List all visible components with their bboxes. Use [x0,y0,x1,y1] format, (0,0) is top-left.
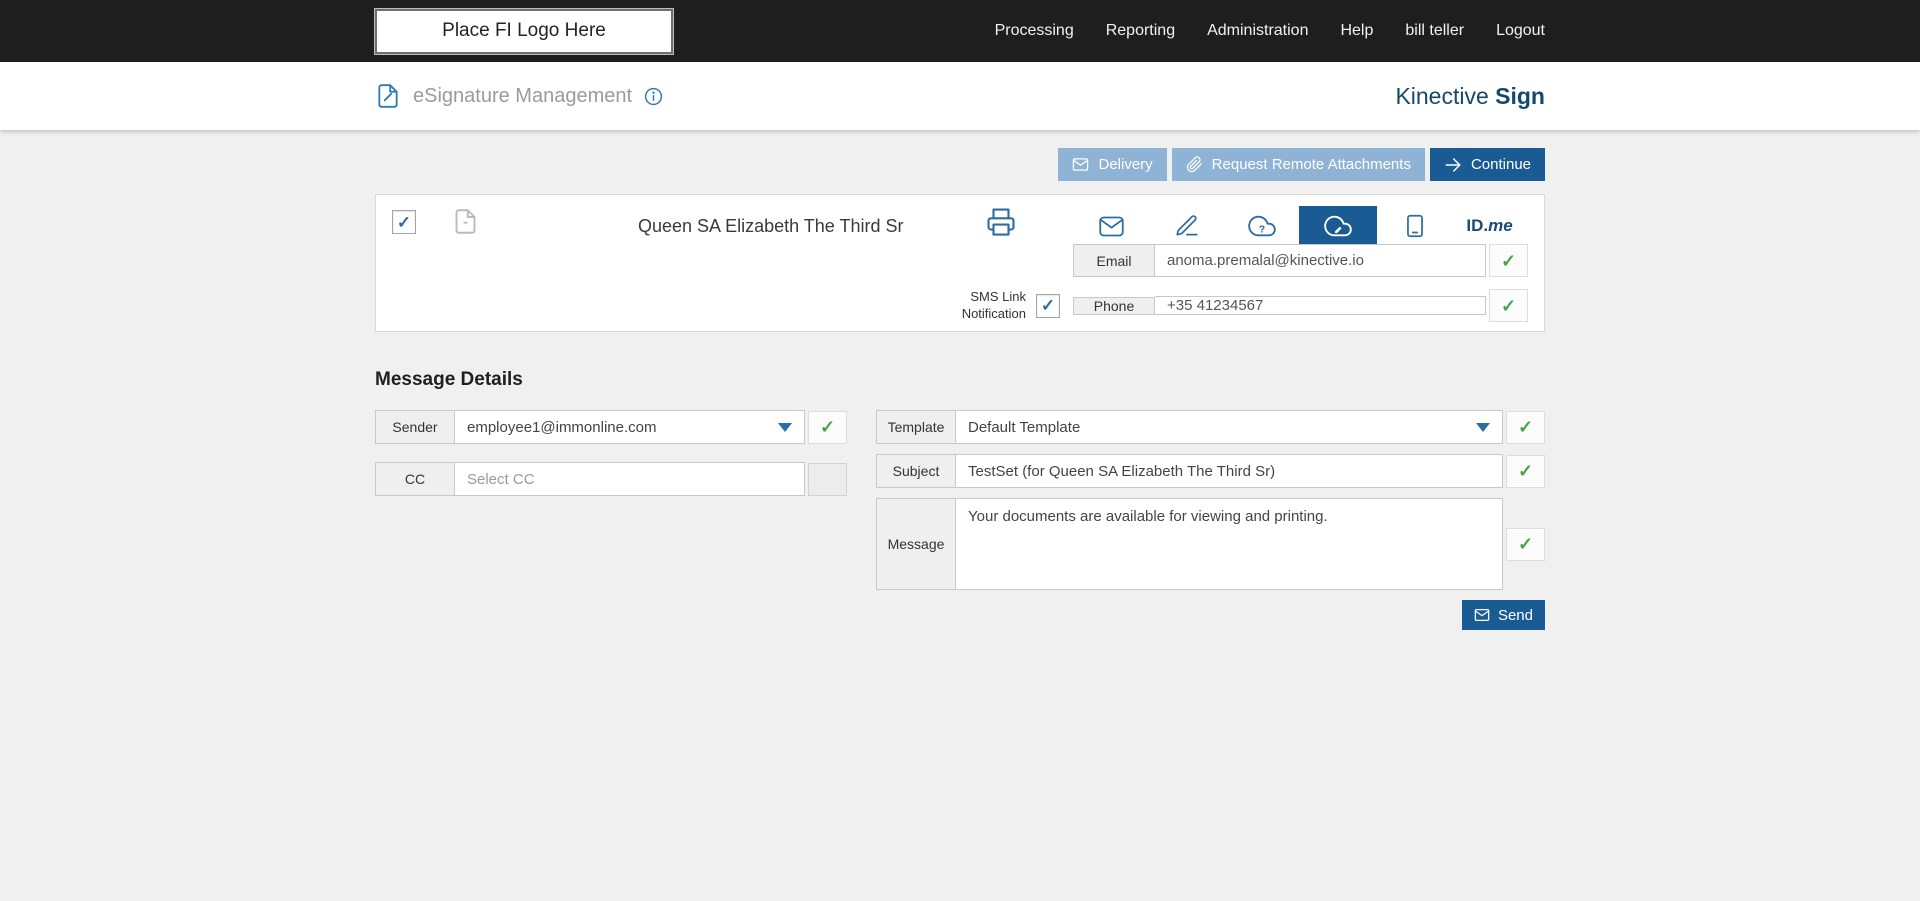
checkmark-icon: ✓ [396,212,412,232]
email-valid-cell: ✓ [1489,244,1528,277]
email-input[interactable] [1155,244,1486,277]
cc-label: CC [375,462,455,496]
green-check-icon: ✓ [1517,534,1534,554]
message-textarea[interactable]: Your documents are available for viewing… [956,498,1503,590]
nav-user-bill-teller[interactable]: bill teller [1405,22,1464,40]
cloud-signature-icon-selected[interactable] [1299,206,1377,246]
brand-regular: Kinective [1395,82,1489,109]
action-toolbar: Delivery Request Remote Attachments Cont… [375,148,1545,181]
email-row: Email ✓ [1073,244,1528,277]
idme-logo[interactable]: ID. me [1452,206,1527,246]
top-nav-menu: Processing Reporting Administration Help… [995,22,1545,40]
idme-bold: ID. [1466,216,1489,235]
main-content: Delivery Request Remote Attachments Cont… [0,130,1920,630]
message-label: Message [876,498,956,590]
green-check-icon: ✓ [1500,295,1517,316]
phone-label: Phone [1073,296,1155,315]
signature-pen-icon[interactable] [1149,206,1224,246]
template-dropdown[interactable]: Default Template [956,410,1503,444]
svg-text:?: ? [1258,223,1264,235]
sms-link-notification-label: SMS Link Notification [961,289,1026,321]
document-icon [452,208,479,235]
chevron-down-icon [1476,423,1490,432]
request-remote-attachments-button[interactable]: Request Remote Attachments [1171,148,1425,181]
checkmark-icon: ✓ [1040,296,1056,315]
page-header: eSignature Management Kinective Sign [0,62,1920,130]
continue-button[interactable]: Continue [1429,148,1545,181]
message-details-form: Sender employee1@immonline.com ✓ CC Sele… [375,410,1545,630]
printer-icon[interactable] [986,207,1016,237]
cc-row: CC [375,462,847,496]
message-valid-cell: ✓ [1506,527,1545,561]
brand-bold: Sign [1495,82,1545,109]
fi-logo-text: Place FI Logo Here [442,20,606,41]
sender-row: Sender employee1@immonline.com ✓ [375,410,847,444]
send-button[interactable]: Send [1461,600,1545,630]
kinective-sign-logo: Kinective Sign [1395,83,1545,110]
send-button-label: Send [1497,606,1533,624]
sms-link-checkbox[interactable]: ✓ [1036,293,1060,318]
continue-button-label: Continue [1470,156,1531,173]
request-remote-attachments-label: Request Remote Attachments [1211,156,1411,173]
delivery-button-label: Delivery [1098,156,1153,173]
message-row: Message Your documents are available for… [876,498,1545,590]
subject-label: Subject [876,454,956,488]
idme-italic: me [1488,216,1513,235]
envelope-icon [1072,156,1089,173]
arrow-right-icon [1444,156,1462,174]
phone-valid-cell: ✓ [1489,289,1528,322]
nav-administration[interactable]: Administration [1207,22,1308,40]
phone-input[interactable] [1155,296,1486,315]
nav-logout[interactable]: Logout [1496,22,1545,40]
info-icon[interactable] [644,87,663,106]
green-check-icon: ✓ [1500,250,1517,271]
subject-input[interactable] [956,454,1503,488]
cloud-question-icon[interactable]: ? [1224,206,1299,246]
green-check-icon: ✓ [1517,417,1534,437]
template-row: Template Default Template ✓ [876,410,1545,444]
delivery-method-icons: ? ID. me [1074,206,1527,246]
sender-value: employee1@immonline.com [467,418,657,436]
green-check-icon: ✓ [819,417,836,437]
top-nav-bar: Place FI Logo Here Processing Reporting … [0,0,1920,62]
sender-label: Sender [375,410,455,444]
email-label: Email [1073,244,1155,277]
nav-help[interactable]: Help [1340,22,1373,40]
cc-input[interactable] [455,462,805,496]
cc-empty-cell [808,462,847,496]
delivery-button[interactable]: Delivery [1058,148,1167,181]
nav-reporting[interactable]: Reporting [1106,22,1175,40]
recipient-checkbox[interactable]: ✓ [392,210,416,234]
email-delivery-icon[interactable] [1074,206,1149,246]
envelope-icon [1474,607,1490,623]
template-valid-cell: ✓ [1506,410,1545,444]
document-pen-icon [375,83,401,109]
nav-processing[interactable]: Processing [995,22,1074,40]
subject-row: Subject ✓ [876,454,1545,488]
sender-valid-cell: ✓ [808,410,847,444]
kiosk-tablet-icon[interactable] [1377,206,1452,246]
page-title: eSignature Management [413,84,633,107]
recipient-name: Queen SA Elizabeth The Third Sr [638,216,904,236]
subject-valid-cell: ✓ [1506,454,1545,488]
green-check-icon: ✓ [1517,461,1534,481]
fi-logo-placeholder: Place FI Logo Here [374,7,674,55]
paperclip-icon [1186,156,1203,173]
sender-dropdown[interactable]: employee1@immonline.com [455,410,805,444]
template-value: Default Template [968,418,1081,436]
chevron-down-icon [778,423,792,432]
template-label: Template [876,410,956,444]
message-details-heading: Message Details [375,369,523,390]
recipient-card: ✓ Queen SA Elizabeth The Third Sr ? ID. … [375,194,1545,332]
phone-row: SMS Link Notification ✓ Phone ✓ [938,289,1528,322]
